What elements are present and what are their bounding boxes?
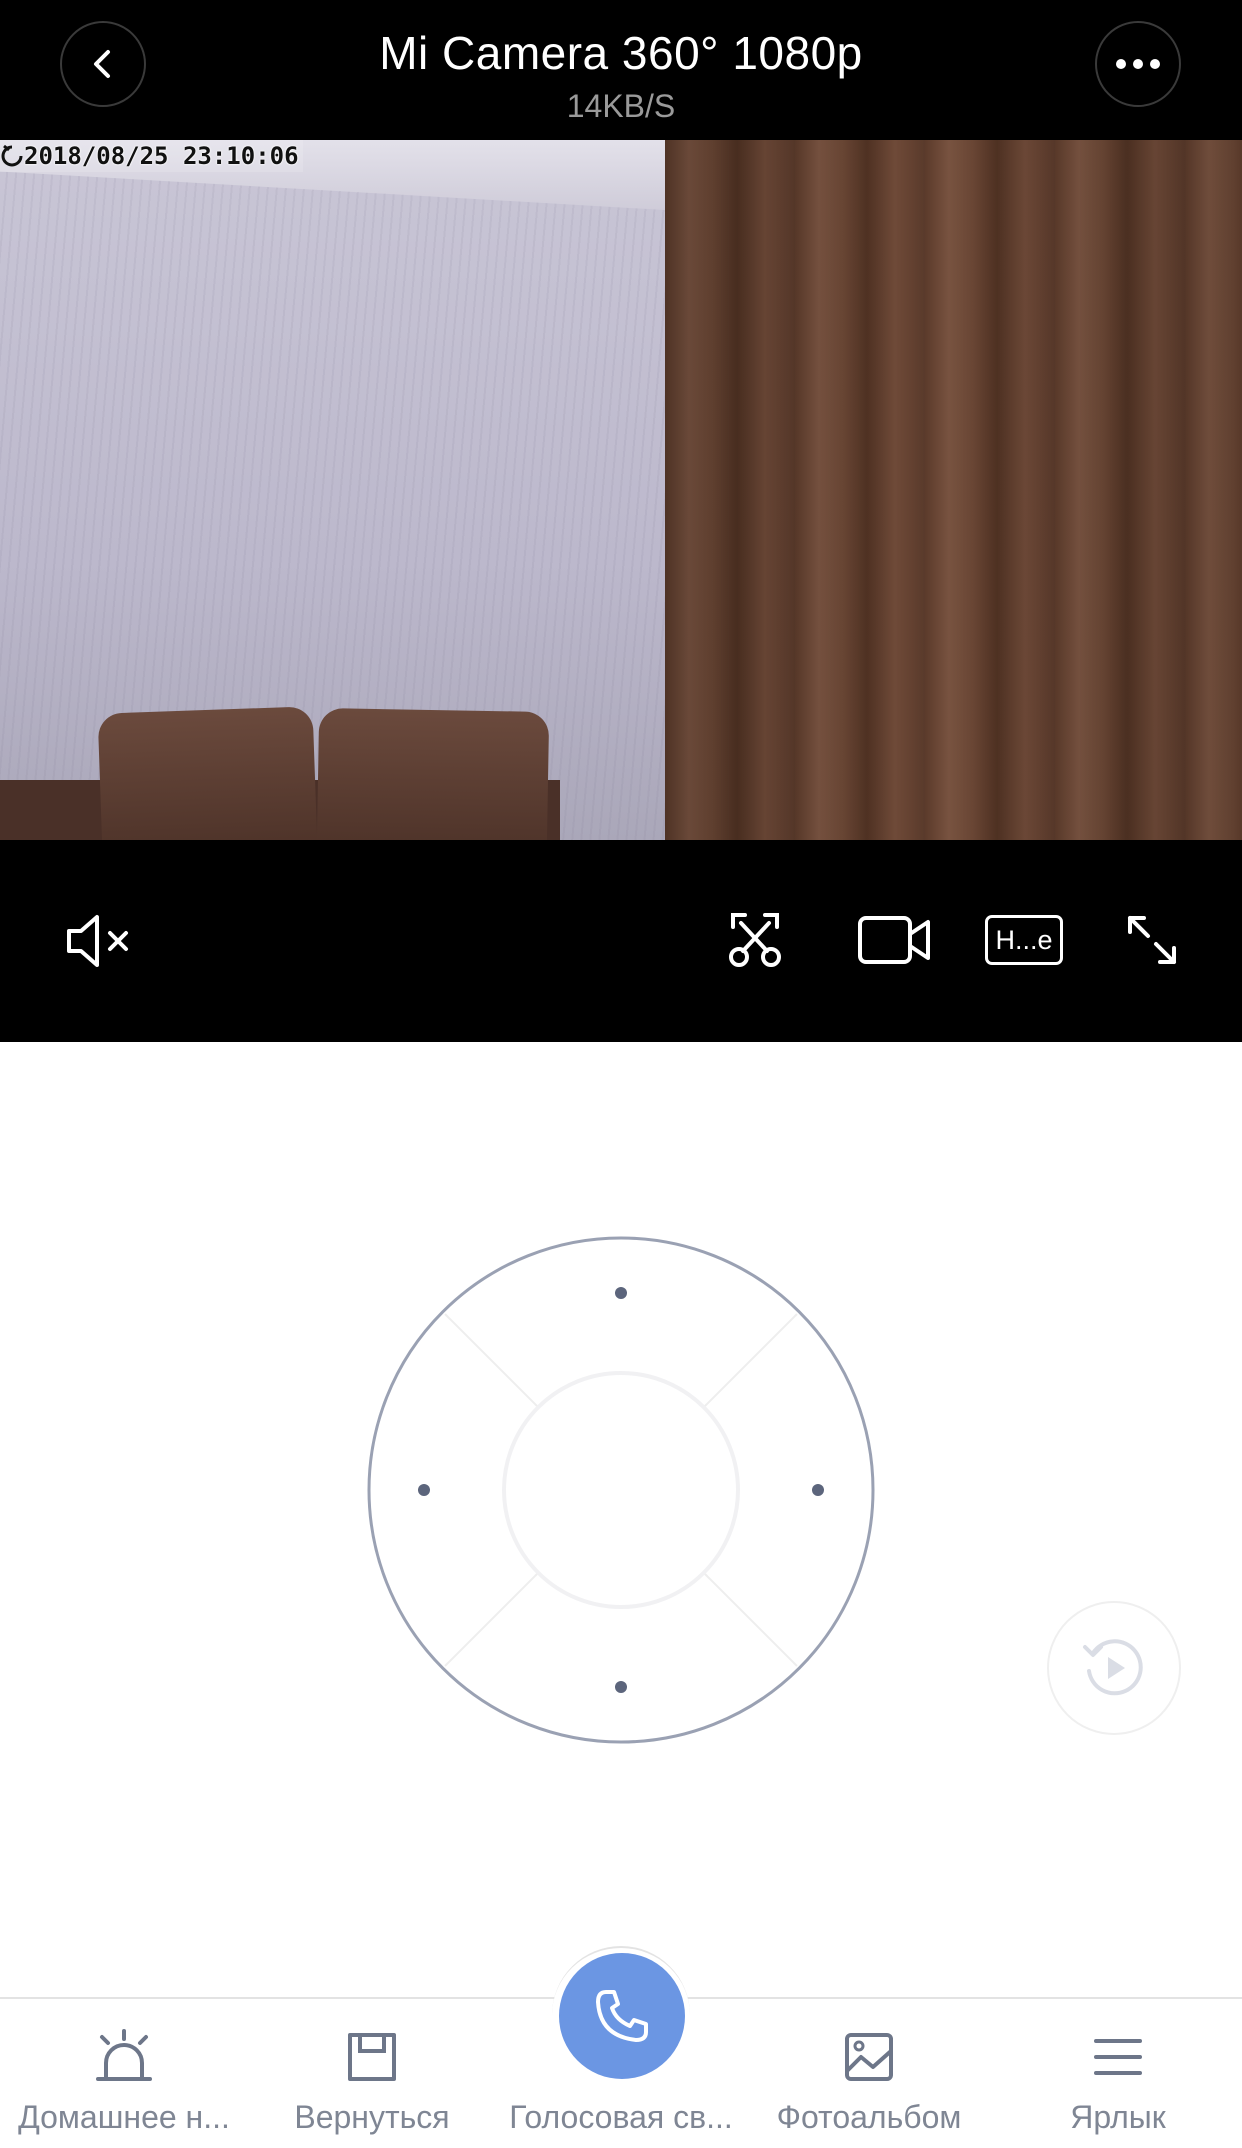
live-video[interactable]: 2018/08/25 23:10:06 (0, 140, 1242, 840)
screenshot-button[interactable] (715, 900, 795, 980)
more-button[interactable] (1095, 21, 1181, 107)
voice-call-button[interactable] (559, 1953, 685, 2079)
nav-photo-album[interactable]: Фотоальбом (745, 1999, 993, 2148)
video-camera-icon (858, 916, 930, 964)
quality-button[interactable]: H...e (984, 900, 1064, 980)
replay-button[interactable] (1047, 1601, 1181, 1735)
timestamp-text: 2018/08/25 23:10:06 (24, 142, 299, 170)
video-control-bar: H...e (0, 840, 1242, 1042)
fullscreen-button[interactable] (1112, 900, 1192, 980)
alarm-light-icon (96, 2029, 152, 2081)
video-sofa-cushion (97, 706, 318, 840)
mute-button[interactable] (60, 903, 140, 979)
pad-right-dot[interactable] (812, 1484, 824, 1496)
nav-label: Голосовая св... (509, 2099, 733, 2135)
quality-label: H...e (985, 915, 1063, 965)
page-title: Mi Camera 360° 1080p (379, 27, 863, 79)
pad-center[interactable] (502, 1371, 740, 1609)
video-sofa-cushion (316, 708, 550, 840)
bitrate-label: 14KB/S (566, 88, 676, 124)
top-bar: Mi Camera 360° 1080p 14KB/S (0, 0, 1242, 140)
video-timestamp: 2018/08/25 23:10:06 (0, 140, 303, 172)
pad-left-dot[interactable] (418, 1484, 430, 1496)
nav-label: Ярлык (1070, 2099, 1166, 2135)
pad-down-dot[interactable] (615, 1681, 627, 1693)
scissors-icon (729, 913, 781, 967)
direction-pad[interactable] (367, 1236, 875, 1744)
nav-shortcut[interactable]: Ярлык (994, 1999, 1242, 2148)
expand-icon (1128, 916, 1176, 964)
speaker-muted-icon (67, 915, 128, 967)
replay-icon (1083, 1639, 1143, 1696)
phone-icon (596, 1990, 648, 2042)
more-horizontal-icon (1116, 59, 1160, 69)
nav-home-security[interactable]: Домашнее н... (0, 1999, 248, 2148)
photo-album-icon (845, 2033, 893, 2081)
nav-label: Фотоальбом (776, 2099, 962, 2135)
nav-label: Домашнее н... (18, 2099, 230, 2135)
nav-label: Вернуться (294, 2099, 450, 2135)
record-button[interactable] (852, 900, 936, 980)
menu-icon (1094, 2039, 1142, 2075)
camera-mark-icon (1, 144, 23, 167)
nav-playback[interactable]: Вернуться (248, 1999, 496, 2148)
floppy-disk-icon (348, 2033, 396, 2081)
pad-up-dot[interactable] (615, 1287, 627, 1299)
